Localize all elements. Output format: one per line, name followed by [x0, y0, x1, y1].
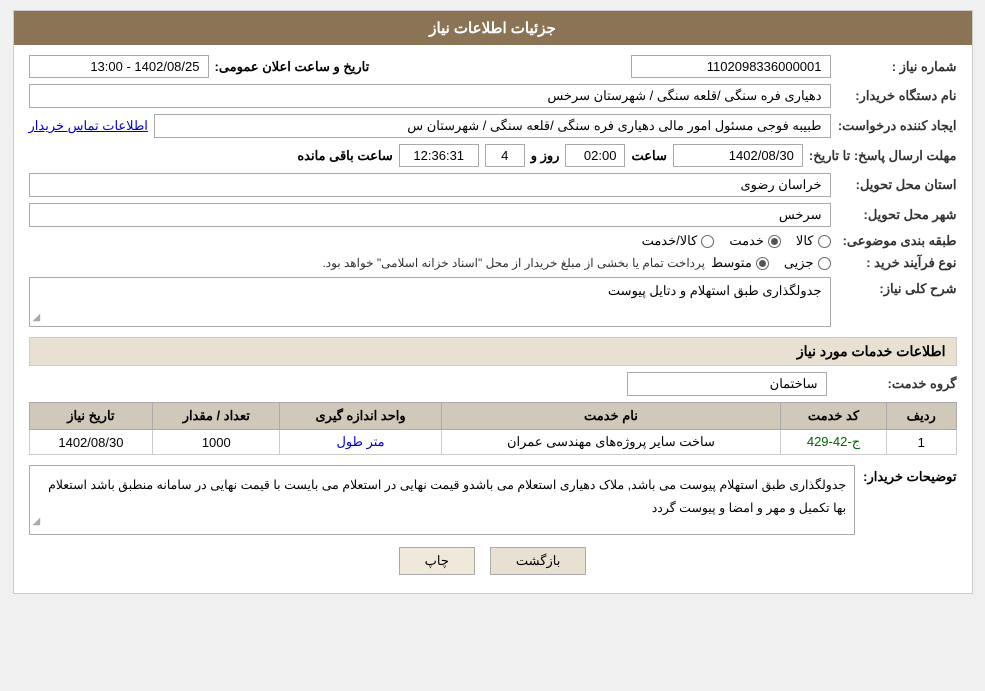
col-header-unit: واحد اندازه گیری — [280, 403, 442, 430]
announcement-value: 1402/08/25 - 13:00 — [29, 55, 209, 78]
cell-qty: 1000 — [153, 430, 280, 455]
purchase-type-row: نوع فرآیند خرید : جزیی متوسط پرداخت تمام… — [29, 255, 957, 271]
buyer-notes-box: جدولگذاری طبق استهلام پیوست می باشد, ملا… — [29, 465, 856, 535]
city-label: شهر محل تحویل: — [837, 207, 957, 223]
category-khadamat-item[interactable]: خدمت — [729, 233, 781, 249]
buyer-notes-container: جدولگذاری طبق استهلام پیوست می باشد, ملا… — [29, 465, 856, 535]
buyer-org-value: دهیاری فره سنگی /قلعه سنگی / شهرستان سرخ… — [29, 84, 831, 108]
province-row: استان محل تحویل: خراسان رضوی — [29, 173, 957, 197]
page-header: جزئیات اطلاعات نیاز — [14, 11, 972, 45]
deadline-days: 4 — [485, 144, 525, 167]
description-container: جدولگذاری طبق استهلام و دتایل پیوست ◢ — [29, 277, 831, 327]
need-number-label: شماره نیاز : — [837, 59, 957, 75]
category-row: طبقه بندی موضوعی: کالا خدمت کالا/خدمت — [29, 233, 957, 249]
contact-link[interactable]: اطلاعات تماس خریدار — [29, 118, 148, 134]
need-number-value: 1102098336000001 — [631, 55, 831, 78]
content-area: شماره نیاز : 1102098336000001 تاریخ و سا… — [14, 45, 972, 593]
category-radio-group: کالا خدمت کالا/خدمت — [642, 233, 831, 249]
resize-icon-2: ◢ — [33, 513, 41, 531]
category-kala-label: کالا — [796, 233, 814, 249]
service-group-value: ساختمان — [627, 372, 827, 396]
print-button[interactable]: چاپ — [399, 547, 475, 575]
city-row: شهر محل تحویل: سرخس — [29, 203, 957, 227]
description-row: شرح کلی نیاز: جدولگذاری طبق استهلام و دت… — [29, 277, 957, 327]
deadline-time-label: ساعت — [631, 148, 666, 164]
deadline-days-label: روز و — [531, 148, 560, 164]
buyer-org-label: نام دستگاه خریدار: — [837, 88, 957, 104]
purchase-type-label: نوع فرآیند خرید : — [837, 255, 957, 271]
col-header-row: ردیف — [886, 403, 956, 430]
purchase-jozei-item[interactable]: جزیی — [784, 255, 831, 271]
purchase-jozei-label: جزیی — [784, 255, 814, 271]
province-value: خراسان رضوی — [29, 173, 831, 197]
need-number-row: شماره نیاز : 1102098336000001 تاریخ و سا… — [29, 55, 957, 78]
deadline-remaining: 12:36:31 — [399, 144, 479, 167]
cell-date: 1402/08/30 — [29, 430, 153, 455]
category-kala-khadamat-label: کالا/خدمت — [642, 233, 698, 249]
cell-code: ج-42-429 — [781, 430, 887, 455]
col-header-name: نام خدمت — [441, 403, 780, 430]
category-kala-item[interactable]: کالا — [796, 233, 831, 249]
description-box: جدولگذاری طبق استهلام و دتایل پیوست ◢ — [29, 277, 831, 327]
purchase-motawaset-label: متوسط — [711, 255, 752, 271]
province-label: استان محل تحویل: — [837, 177, 957, 193]
deadline-label: مهلت ارسال پاسخ: تا تاریخ: — [809, 148, 957, 164]
buyer-org-row: نام دستگاه خریدار: دهیاری فره سنگی /قلعه… — [29, 84, 957, 108]
deadline-date: 1402/08/30 — [673, 144, 803, 167]
bottom-buttons: بازگشت چاپ — [29, 547, 957, 575]
announcement-label: تاریخ و ساعت اعلان عمومی: — [215, 59, 370, 75]
category-kala-khadamat-radio[interactable] — [701, 235, 714, 248]
deadline-time: 02:00 — [565, 144, 625, 167]
col-header-code: کد خدمت — [781, 403, 887, 430]
purchase-motawaset-item[interactable]: متوسط — [711, 255, 769, 271]
buyer-notes-label: توضیحات خریدار: — [863, 465, 956, 485]
page-title: جزئیات اطلاعات نیاز — [429, 20, 556, 37]
purchase-motawaset-radio[interactable] — [756, 257, 769, 270]
cell-unit: متر طول — [280, 430, 442, 455]
category-kala-radio[interactable] — [818, 235, 831, 248]
category-khadamat-label: خدمت — [729, 233, 764, 249]
creator-label: ایجاد کننده درخواست: — [837, 118, 957, 134]
buyer-notes-value: جدولگذاری طبق استهلام پیوست می باشد, ملا… — [48, 478, 846, 515]
description-value: جدولگذاری طبق استهلام و دتایل پیوست — [608, 283, 822, 298]
creator-value: طبیبه فوجی مسئول امور مالی دهیاری فره سن… — [154, 114, 831, 138]
col-header-qty: تعداد / مقدار — [153, 403, 280, 430]
deadline-row: مهلت ارسال پاسخ: تا تاریخ: 1402/08/30 سا… — [29, 144, 957, 167]
service-group-label: گروه خدمت: — [837, 376, 957, 392]
services-table: ردیف کد خدمت نام خدمت واحد اندازه گیری ت… — [29, 402, 957, 455]
cell-row-num: 1 — [886, 430, 956, 455]
table-row: 1 ج-42-429 ساخت سایر پروژه‌های مهندسی عم… — [29, 430, 956, 455]
service-section-title: اطلاعات خدمات مورد نیاز — [29, 337, 957, 366]
resize-icon: ◢ — [33, 312, 41, 323]
buyer-notes-row: توضیحات خریدار: جدولگذاری طبق استهلام پی… — [29, 465, 957, 535]
category-label: طبقه بندی موضوعی: — [837, 233, 957, 249]
purchase-type-radio-group: جزیی متوسط — [711, 255, 831, 271]
description-label: شرح کلی نیاز: — [837, 277, 957, 297]
city-value: سرخس — [29, 203, 831, 227]
category-kala-khadamat-item[interactable]: کالا/خدمت — [642, 233, 715, 249]
category-khadamat-radio[interactable] — [768, 235, 781, 248]
cell-name: ساخت سایر پروژه‌های مهندسی عمران — [441, 430, 780, 455]
deadline-remaining-label: ساعت باقی مانده — [297, 148, 392, 164]
service-group-row: گروه خدمت: ساختمان — [29, 372, 957, 396]
col-header-date: تاریخ نیاز — [29, 403, 153, 430]
back-button[interactable]: بازگشت — [490, 547, 586, 575]
page-wrapper: جزئیات اطلاعات نیاز شماره نیاز : 1102098… — [13, 10, 973, 594]
creator-row: ایجاد کننده درخواست: طبیبه فوجی مسئول ام… — [29, 114, 957, 138]
purchase-jozei-radio[interactable] — [818, 257, 831, 270]
purchase-type-text: پرداخت تمام یا بخشی از مبلغ خریدار از مح… — [29, 256, 705, 270]
